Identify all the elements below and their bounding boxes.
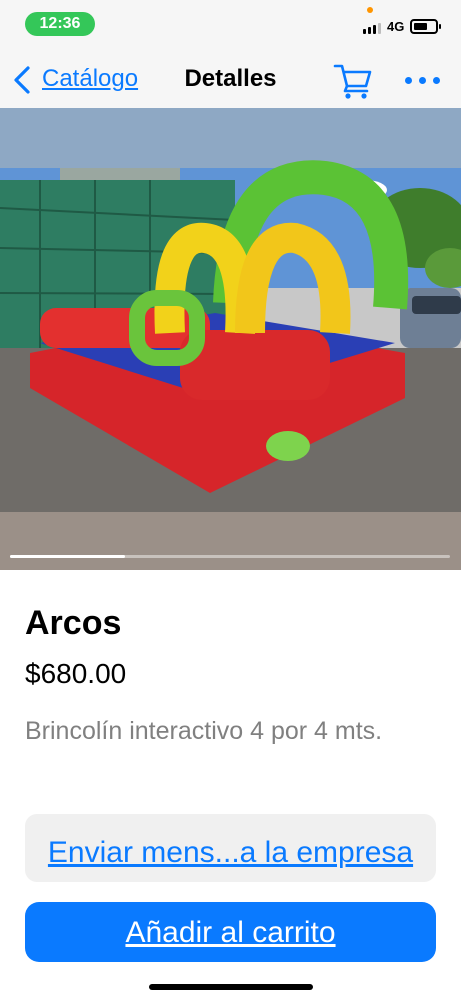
battery-icon [410,19,441,34]
product-name: Arcos [25,604,122,642]
add-to-cart-button[interactable]: Añadir al carrito [25,902,436,962]
product-image[interactable] [0,108,461,570]
more-icon[interactable] [402,64,444,94]
gallery-page-indicator [10,555,125,558]
send-message-button[interactable]: Enviar mens...a la empresa [25,814,436,882]
product-price: $680.00 [25,658,127,689]
privacy-indicator-dot [367,7,373,13]
product-description: Brincolín interactivo 4 por 4 mts. [25,717,383,745]
page-title: Detalles [184,65,277,92]
status-time: 12:36 [25,12,95,36]
signal-icon [363,22,383,34]
navigation-bar: Catálogo Detalles [0,50,461,108]
network-type: 4G [387,19,405,34]
cart-icon[interactable] [333,62,373,100]
home-indicator[interactable] [149,984,313,990]
status-bar: 12:36 4G [0,0,461,50]
bounce-house-photo [0,108,461,570]
